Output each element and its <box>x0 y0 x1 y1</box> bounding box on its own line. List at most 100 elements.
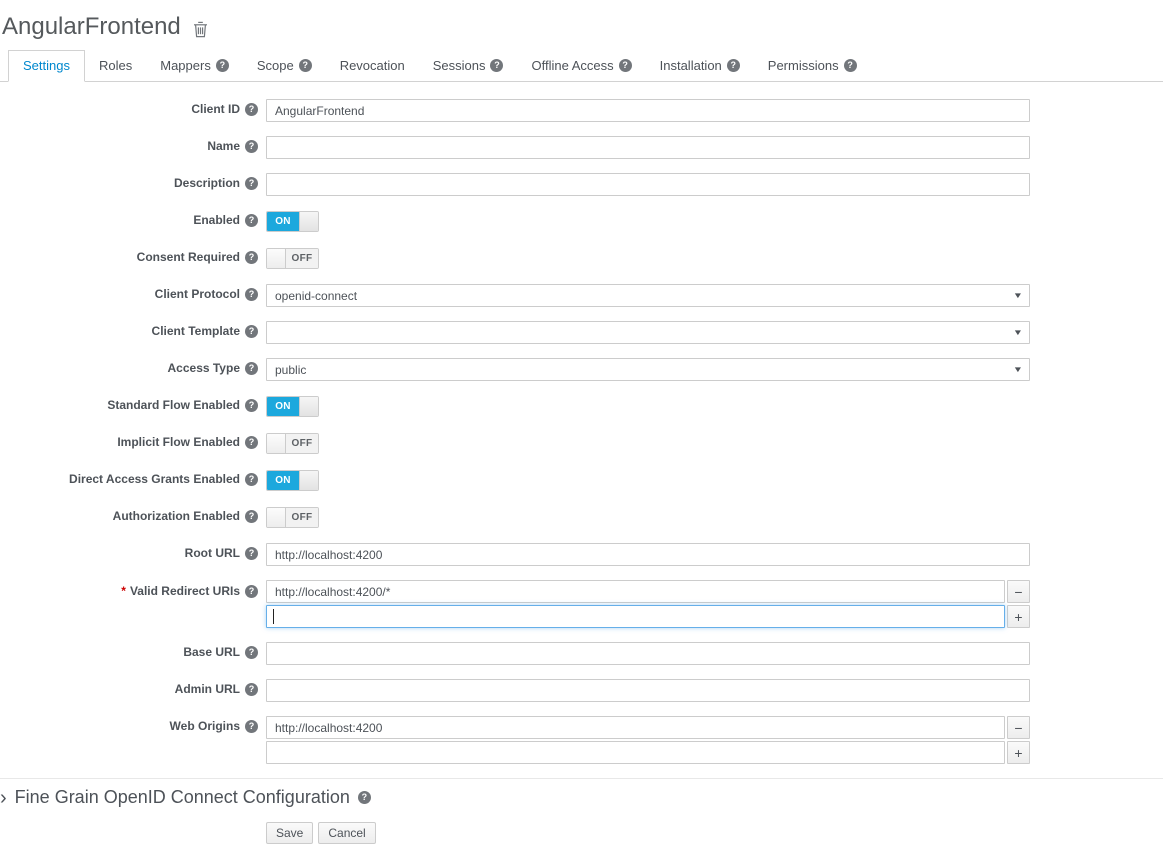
client-id-input[interactable] <box>266 99 1030 122</box>
add-redirect-uri-button[interactable]: + <box>1007 605 1030 628</box>
direct-access-grants-label: Direct Access Grants Enabled <box>69 472 240 486</box>
tab-roles[interactable]: Roles <box>85 51 146 81</box>
client-settings-page: AngularFrontend Settings Roles Mappers ?… <box>0 0 1163 846</box>
consent-required-label: Consent Required <box>136 250 240 264</box>
client-template-select[interactable]: ▼ <box>266 321 1030 344</box>
help-icon[interactable]: ? <box>245 683 258 696</box>
add-web-origin-button[interactable]: + <box>1007 741 1030 764</box>
web-origin-new-input[interactable] <box>266 741 1005 764</box>
toggle-state-label: ON <box>267 397 299 416</box>
dropdown-caret-icon: ▼ <box>1012 328 1024 337</box>
dropdown-caret-icon: ▼ <box>1012 291 1024 300</box>
redirect-uri-input[interactable] <box>266 580 1005 603</box>
enabled-toggle[interactable]: ON <box>266 211 319 232</box>
form-row-description: Description ? <box>0 173 1163 196</box>
client-template-label: Client Template <box>151 324 240 338</box>
help-icon[interactable]: ? <box>245 646 258 659</box>
help-icon[interactable]: ? <box>245 362 258 375</box>
form-row-standard-flow: Standard Flow Enabled ? ON <box>0 395 1163 418</box>
help-icon[interactable]: ? <box>245 325 258 338</box>
redirect-uri-row: − <box>266 580 1030 603</box>
help-icon[interactable]: ? <box>490 59 504 72</box>
admin-url-label: Admin URL <box>174 682 240 696</box>
admin-url-input[interactable] <box>266 679 1030 702</box>
access-type-select[interactable]: public ▼ <box>266 358 1030 381</box>
help-icon[interactable]: ? <box>298 59 312 72</box>
tab-sessions[interactable]: Sessions ? <box>419 51 518 81</box>
toggle-handle <box>299 212 318 231</box>
help-icon[interactable]: ? <box>245 547 258 560</box>
web-origin-input[interactable] <box>266 716 1005 739</box>
delete-client-icon[interactable] <box>193 21 208 38</box>
tab-scope[interactable]: Scope ? <box>243 51 326 81</box>
help-icon[interactable]: ? <box>726 59 740 72</box>
implicit-flow-label: Implicit Flow Enabled <box>117 435 240 449</box>
base-url-input[interactable] <box>266 642 1030 665</box>
client-settings-form: Client ID ? Name ? Description ? <box>0 99 1163 764</box>
tab-label: Revocation <box>339 58 405 73</box>
description-input[interactable] <box>266 173 1030 196</box>
toggle-state-label: OFF <box>286 249 318 268</box>
implicit-flow-toggle[interactable]: OFF <box>266 433 319 454</box>
authorization-enabled-label: Authorization Enabled <box>112 509 240 523</box>
help-icon[interactable]: ? <box>843 59 857 72</box>
help-icon[interactable]: ? <box>245 436 258 449</box>
help-icon[interactable]: ? <box>245 584 258 598</box>
help-icon[interactable]: ? <box>245 510 258 523</box>
cancel-button[interactable]: Cancel <box>318 822 376 844</box>
name-input[interactable] <box>266 136 1030 159</box>
form-row-client-protocol: Client Protocol ? openid-connect ▼ <box>0 284 1163 307</box>
help-icon[interactable]: ? <box>245 399 258 412</box>
tab-label: Scope <box>256 58 294 73</box>
help-icon[interactable]: ? <box>245 251 258 264</box>
fine-grain-section-toggle[interactable]: › Fine Grain OpenID Connect Configuratio… <box>0 778 1163 808</box>
tab-settings[interactable]: Settings <box>8 50 85 82</box>
form-row-direct-access-grants: Direct Access Grants Enabled ? ON <box>0 469 1163 492</box>
required-asterisk: * <box>121 584 126 598</box>
remove-web-origin-button[interactable]: − <box>1007 716 1030 739</box>
direct-access-grants-toggle[interactable]: ON <box>266 470 319 491</box>
help-icon[interactable]: ? <box>215 59 229 72</box>
tab-label: Settings <box>23 58 70 73</box>
consent-required-toggle[interactable]: OFF <box>266 248 319 269</box>
tab-label: Roles <box>98 58 133 73</box>
client-id-label: Client ID <box>191 102 240 116</box>
form-row-access-type: Access Type ? public ▼ <box>0 358 1163 381</box>
base-url-label: Base URL <box>183 645 240 659</box>
tab-installation[interactable]: Installation ? <box>646 51 754 81</box>
help-icon[interactable]: ? <box>245 288 258 301</box>
form-row-root-url: Root URL ? <box>0 543 1163 566</box>
authorization-enabled-toggle[interactable]: OFF <box>266 507 319 528</box>
remove-redirect-uri-button[interactable]: − <box>1007 580 1030 603</box>
help-icon[interactable]: ? <box>245 177 258 190</box>
root-url-input[interactable] <box>266 543 1030 566</box>
toggle-handle <box>267 508 286 527</box>
form-row-redirect-uris: * Valid Redirect URIs ? − + <box>0 580 1163 628</box>
tab-revocation[interactable]: Revocation <box>326 51 419 81</box>
help-icon[interactable]: ? <box>245 140 258 153</box>
fine-grain-section-title: Fine Grain OpenID Connect Configuration <box>14 787 350 807</box>
toggle-state-label: OFF <box>286 508 318 527</box>
help-icon[interactable]: ? <box>245 473 258 486</box>
toggle-state-label: ON <box>267 471 299 490</box>
help-icon[interactable]: ? <box>245 214 258 227</box>
help-icon[interactable]: ? <box>245 720 258 733</box>
redirect-uri-new-input[interactable] <box>266 605 1005 628</box>
help-icon[interactable]: ? <box>245 103 258 116</box>
form-row-client-template: Client Template ? ▼ <box>0 321 1163 344</box>
standard-flow-toggle[interactable]: ON <box>266 396 319 417</box>
save-button[interactable]: Save <box>266 822 314 844</box>
tab-label: Offline Access <box>531 58 614 73</box>
tab-offline-access[interactable]: Offline Access ? <box>517 51 645 81</box>
form-row-authorization-enabled: Authorization Enabled ? OFF <box>0 506 1163 529</box>
help-icon[interactable]: ? <box>618 59 632 72</box>
tab-label: Mappers <box>160 58 211 73</box>
help-icon[interactable]: ? <box>357 791 371 804</box>
form-row-web-origins: Web Origins ? − + <box>0 716 1163 764</box>
client-protocol-select[interactable]: openid-connect ▼ <box>266 284 1030 307</box>
web-origin-row: − <box>266 716 1030 739</box>
tab-permissions[interactable]: Permissions ? <box>754 51 871 81</box>
tab-mappers[interactable]: Mappers ? <box>146 51 243 81</box>
web-origin-new-row: + <box>266 741 1030 764</box>
enabled-label: Enabled <box>193 213 240 227</box>
